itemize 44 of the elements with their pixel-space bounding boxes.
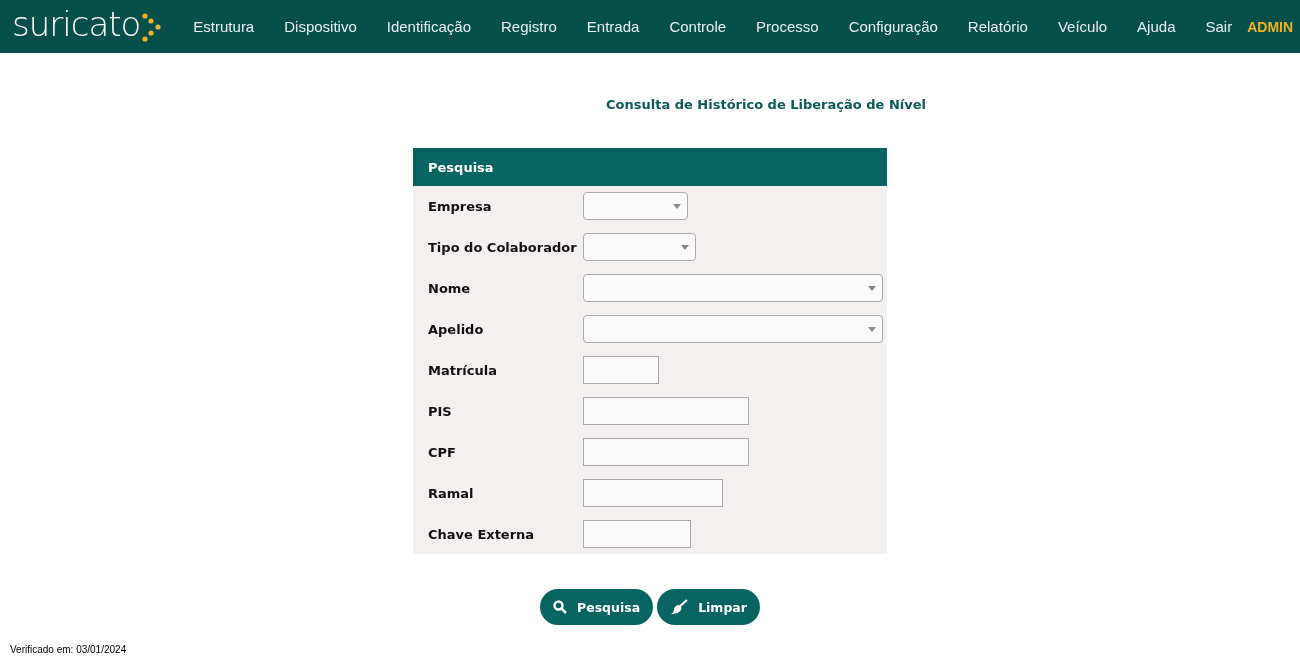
menu-item[interactable]: Veículo — [1042, 18, 1123, 35]
dropdown-arrow-icon — [868, 285, 876, 291]
search-button[interactable]: Pesquisa — [540, 589, 654, 625]
broom-icon — [670, 599, 689, 615]
page-title: Consulta de Histórico de Liberação de Nível — [606, 97, 926, 112]
dots-icon — [140, 11, 163, 42]
dropdown-field[interactable] — [583, 315, 883, 343]
verified-date: Verificado em: 03/01/2024 — [10, 644, 127, 655]
menu-item[interactable]: Dispositivo — [269, 18, 372, 35]
field-label: CPF — [427, 444, 457, 460]
dropdown-arrow-icon — [681, 244, 689, 250]
menu-item[interactable]: Identificação — [371, 18, 486, 35]
input-field[interactable] — [583, 356, 659, 384]
menu-item[interactable]: Sair — [1190, 18, 1248, 35]
dropdown-field[interactable] — [583, 192, 688, 220]
menu-item[interactable]: Ajuda — [1122, 18, 1191, 35]
dropdown-arrow-icon — [868, 326, 876, 332]
field-label: PIS — [427, 403, 453, 419]
field-label: Ramal — [427, 485, 475, 501]
user-name: ADMIN — [1247, 18, 1294, 35]
field-label: Empresa — [427, 198, 493, 214]
field-label: Nome — [427, 280, 472, 296]
menu-item[interactable]: Relatório — [952, 18, 1043, 35]
logo-text: suricato — [12, 6, 141, 41]
menu-item[interactable]: Processo — [741, 18, 834, 35]
field-label: Tipo do Colaborador — [427, 239, 578, 255]
field-label: Matrícula — [427, 362, 498, 378]
panel-header: Pesquisa — [413, 148, 887, 186]
input-field[interactable] — [583, 520, 691, 548]
dropdown-field[interactable] — [583, 274, 883, 302]
menu-item[interactable]: Configuração — [833, 18, 953, 35]
menu-item[interactable]: Estrutura — [178, 18, 270, 35]
menu-item[interactable]: Registro — [486, 18, 572, 35]
input-field[interactable] — [583, 438, 749, 466]
menu-item[interactable]: Controle — [654, 18, 742, 35]
field-label: Chave Externa — [427, 526, 536, 542]
search-icon — [553, 600, 568, 614]
input-field[interactable] — [583, 479, 723, 507]
input-field[interactable] — [583, 397, 749, 425]
dropdown-arrow-icon — [673, 203, 681, 209]
dropdown-field[interactable] — [583, 233, 696, 261]
menu-item[interactable]: Entrada — [571, 18, 655, 35]
clear-button[interactable]: Limpar — [657, 589, 760, 625]
field-label: Apelido — [427, 321, 485, 337]
